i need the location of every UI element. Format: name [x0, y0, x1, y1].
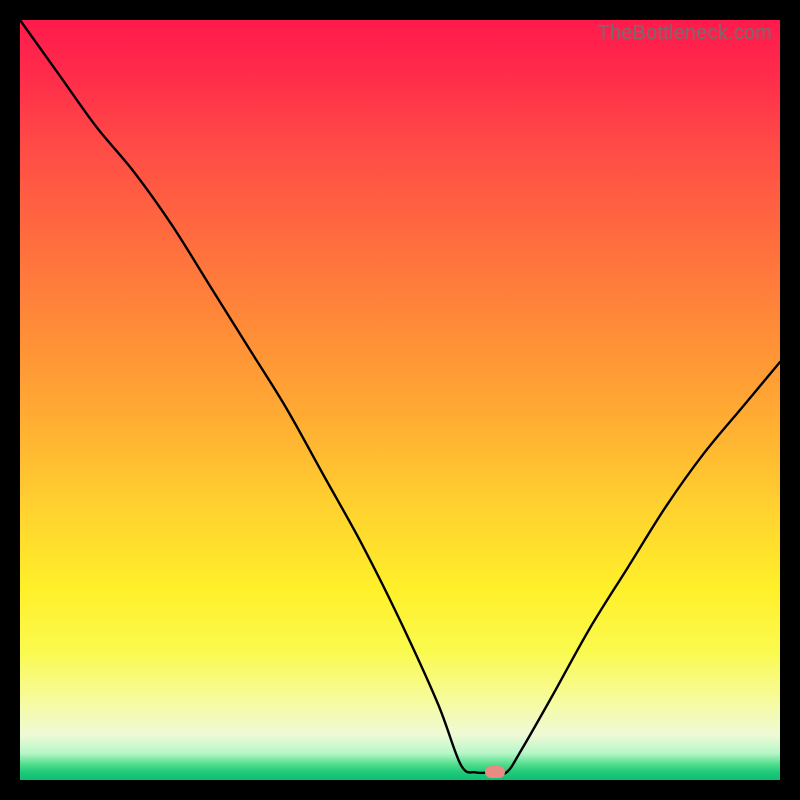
plot-area: TheBottleneck.com	[20, 20, 780, 780]
bottleneck-curve	[20, 20, 780, 780]
optimal-marker	[485, 766, 505, 778]
curve-path	[20, 20, 780, 774]
chart-frame: TheBottleneck.com	[0, 0, 800, 800]
